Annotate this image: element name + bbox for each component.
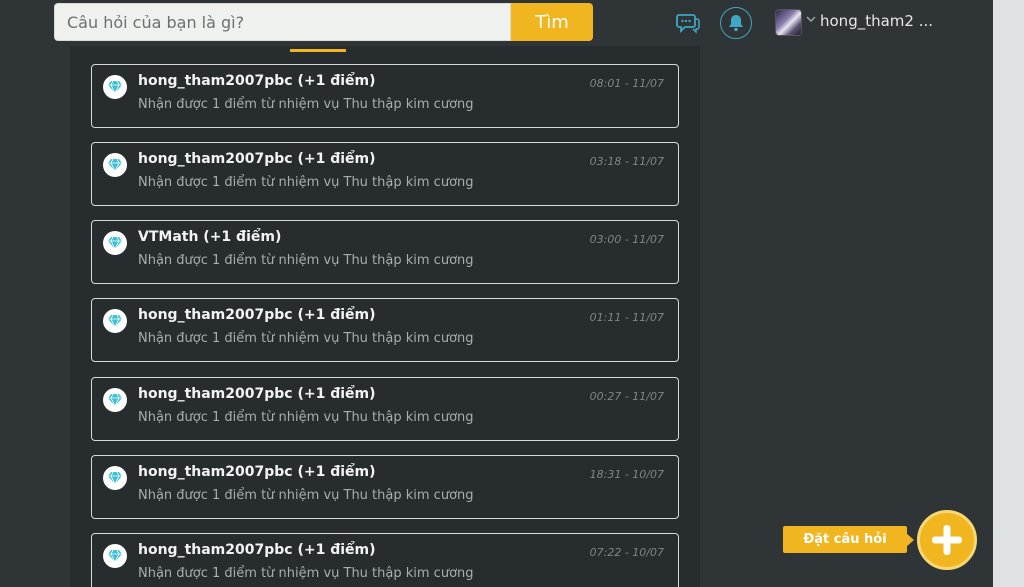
username[interactable]: hong_tham2 ... <box>820 12 933 30</box>
notification-timestamp: 03:18 - 11/07 <box>589 155 664 168</box>
notification-description: Nhận được 1 điểm từ nhiệm vụ Thu thập ki… <box>138 488 474 503</box>
notification-description: Nhận được 1 điểm từ nhiệm vụ Thu thập ki… <box>138 566 474 581</box>
notification-description: Nhận được 1 điểm từ nhiệm vụ Thu thập ki… <box>138 97 474 112</box>
notification-timestamp: 18:31 - 10/07 <box>589 468 664 481</box>
search-input[interactable] <box>54 3 511 41</box>
notification-item[interactable]: hong_tham2007pbc (+1 điểm) Nhận được 1 đi… <box>91 64 679 128</box>
messages-button[interactable] <box>672 7 704 39</box>
diamond-icon <box>103 388 127 412</box>
notification-item[interactable]: hong_tham2007pbc (+1 điểm) Nhận được 1 đi… <box>91 142 679 206</box>
notification-item[interactable]: hong_tham2007pbc (+1 điểm) Nhận được 1 đi… <box>91 533 679 587</box>
notification-timestamp: 00:27 - 11/07 <box>589 390 664 403</box>
notifications-button[interactable] <box>720 7 752 39</box>
notification-title: VTMath (+1 điểm) <box>138 229 282 245</box>
notification-timestamp: 07:22 - 10/07 <box>589 546 664 559</box>
notification-title: hong_tham2007pbc (+1 điểm) <box>138 542 376 558</box>
notification-title: hong_tham2007pbc (+1 điểm) <box>138 73 376 89</box>
diamond-icon <box>103 153 127 177</box>
notification-title: hong_tham2007pbc (+1 điểm) <box>138 464 376 480</box>
scrollbar-track <box>993 0 1024 587</box>
notification-timestamp: 08:01 - 11/07 <box>589 77 664 90</box>
notification-item[interactable]: VTMath (+1 điểm) Nhận được 1 điểm từ nhiệ… <box>91 220 679 284</box>
diamond-icon <box>103 75 127 99</box>
notification-description: Nhận được 1 điểm từ nhiệm vụ Thu thập ki… <box>138 253 474 268</box>
ask-question-button[interactable] <box>917 510 977 570</box>
notification-title: hong_tham2007pbc (+1 điểm) <box>138 386 376 402</box>
notification-timestamp: 01:11 - 11/07 <box>589 311 664 324</box>
ask-label-arrow <box>906 533 914 547</box>
notification-item[interactable]: hong_tham2007pbc (+1 điểm) Nhận được 1 đi… <box>91 298 679 362</box>
notification-title: hong_tham2007pbc (+1 điểm) <box>138 151 376 167</box>
diamond-icon <box>103 466 127 490</box>
top-bar: Tìm hong_tham2 ... <box>0 0 993 46</box>
notification-title: hong_tham2007pbc (+1 điểm) <box>138 307 376 323</box>
chevron-down-icon[interactable] <box>806 15 816 23</box>
notification-timestamp: 03:00 - 11/07 <box>589 233 664 246</box>
notification-description: Nhận được 1 điểm từ nhiệm vụ Thu thập ki… <box>138 175 474 190</box>
diamond-icon <box>103 309 127 333</box>
notification-item[interactable]: hong_tham2007pbc (+1 điểm) Nhận được 1 đi… <box>91 455 679 519</box>
notification-item[interactable]: hong_tham2007pbc (+1 điểm) Nhận được 1 đi… <box>91 377 679 441</box>
diamond-icon <box>103 231 127 255</box>
active-tab-indicator <box>290 49 346 52</box>
avatar[interactable] <box>775 9 802 36</box>
notification-description: Nhận được 1 điểm từ nhiệm vụ Thu thập ki… <box>138 410 474 425</box>
diamond-icon <box>103 544 127 568</box>
search-button[interactable]: Tìm <box>511 3 593 41</box>
ask-question-label[interactable]: Đặt câu hỏi <box>783 526 907 553</box>
bell-icon <box>729 15 743 32</box>
notification-description: Nhận được 1 điểm từ nhiệm vụ Thu thập ki… <box>138 331 474 346</box>
plus-icon <box>932 525 962 555</box>
chat-bubbles-icon <box>676 14 700 34</box>
